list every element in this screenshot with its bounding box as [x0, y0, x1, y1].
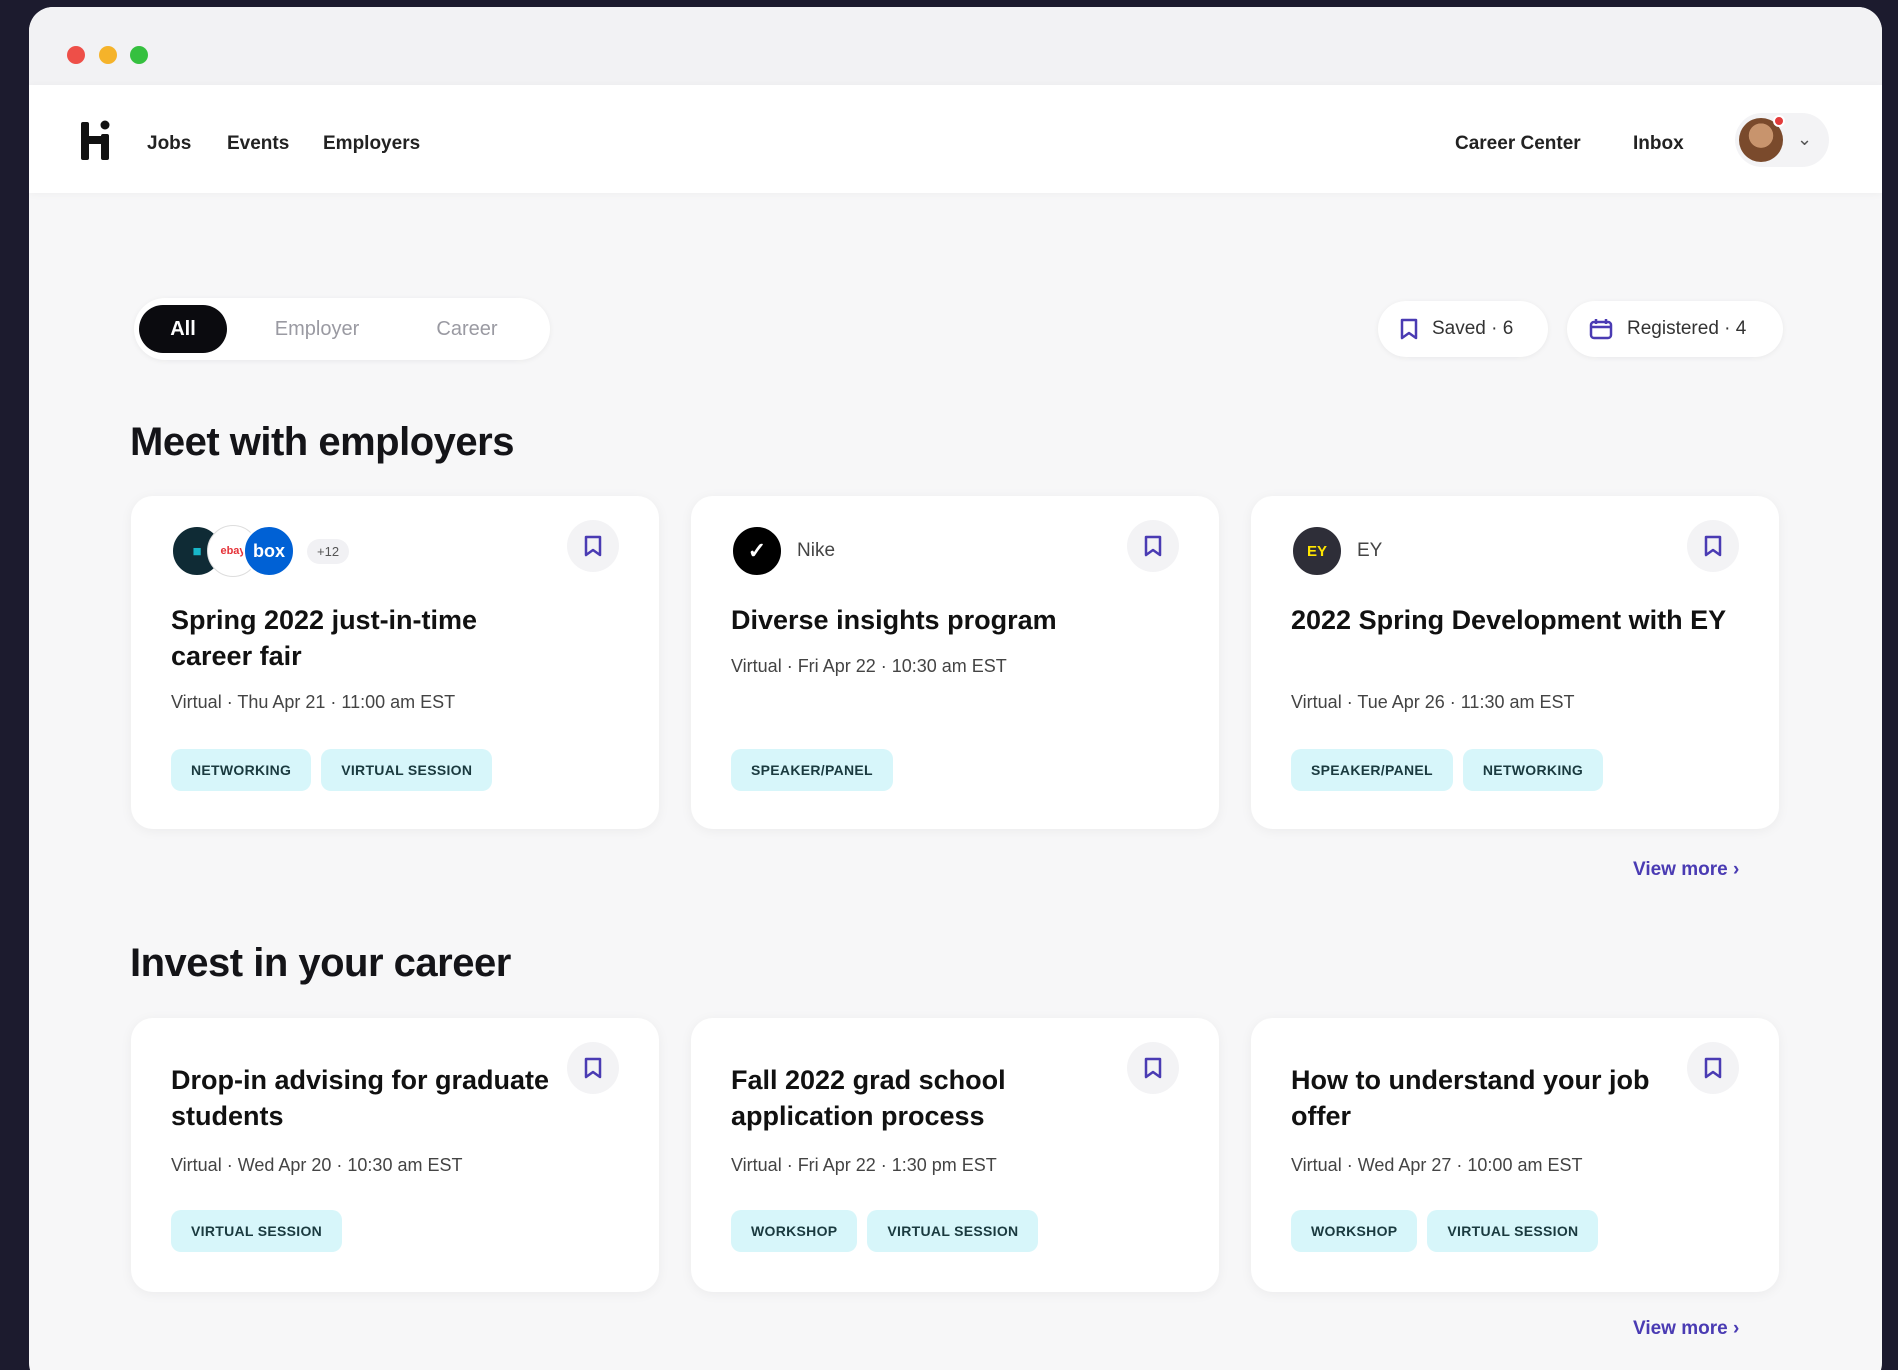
tag: WORKSHOP [731, 1210, 858, 1252]
tag: VIRTUAL SESSION [1427, 1210, 1599, 1252]
saved-events-button[interactable]: Saved · 6 [1378, 301, 1548, 357]
event-tags: SPEAKER/PANEL [731, 749, 893, 791]
tag: NETWORKING [171, 749, 312, 791]
nav-inbox[interactable]: Inbox [1633, 133, 1684, 155]
event-tags: VIRTUAL SESSION [171, 1210, 343, 1252]
view-more-employers-link[interactable]: View more › [1633, 859, 1739, 881]
bookmark-icon [1704, 1057, 1722, 1079]
employer-logos: ✓ Nike [731, 525, 835, 577]
box-brand-logo-icon: box [243, 525, 295, 577]
bookmark-button[interactable] [1687, 1042, 1739, 1094]
bookmark-button[interactable] [1127, 520, 1179, 572]
event-type-filter: All Employer Career [134, 298, 550, 360]
section-title-meet-employers: Meet with employers [130, 420, 514, 464]
filter-employer[interactable]: Employer [252, 305, 382, 353]
employer-logos: ■ ebay box +12 [171, 525, 350, 577]
chevron-down-icon: ⌄ [1797, 129, 1813, 149]
event-title[interactable]: Spring 2022 just-in-time career fair [171, 602, 559, 674]
minimize-window-button[interactable] [99, 46, 117, 64]
event-title[interactable]: Diverse insights program [731, 602, 1119, 638]
event-title[interactable]: Fall 2022 grad school application proces… [731, 1062, 1119, 1134]
notification-dot [1773, 115, 1785, 127]
event-title[interactable]: How to understand your job offer [1291, 1062, 1679, 1134]
more-employers-badge: +12 [307, 538, 350, 564]
event-tags: SPEAKER/PANEL NETWORKING [1291, 749, 1604, 791]
nav-career-center[interactable]: Career Center [1455, 133, 1581, 155]
event-meta: Virtual · Fri Apr 22 · 10:30 am EST [731, 656, 1007, 676]
filter-career[interactable]: Career [406, 305, 528, 353]
event-tags: WORKSHOP VIRTUAL SESSION [1291, 1210, 1599, 1252]
maximize-window-button[interactable] [130, 46, 148, 64]
handshake-logo-icon[interactable] [79, 118, 119, 162]
nav-employers[interactable]: Employers [323, 133, 420, 155]
event-meta: Virtual · Thu Apr 21 · 11:00 am EST [171, 692, 456, 712]
tag: VIRTUAL SESSION [321, 749, 493, 791]
event-meta: Virtual · Fri Apr 22 · 1:30 pm EST [731, 1155, 997, 1175]
event-meta: Virtual · Wed Apr 27 · 10:00 am EST [1291, 1155, 1583, 1175]
nav-jobs[interactable]: Jobs [147, 133, 191, 155]
view-more-career-link[interactable]: View more › [1633, 1318, 1739, 1340]
bookmark-button[interactable] [567, 520, 619, 572]
registered-events-button[interactable]: Registered · 4 [1567, 301, 1783, 357]
top-navbar: Jobs Events Employers Career Center Inbo… [29, 85, 1882, 193]
tag: SPEAKER/PANEL [1291, 749, 1453, 791]
tag: SPEAKER/PANEL [731, 749, 893, 791]
window-titlebar [29, 7, 1882, 85]
bookmark-icon [584, 535, 602, 557]
event-card[interactable]: EY EY 2022 Spring Development with EY Vi… [1251, 496, 1779, 829]
profile-menu-button[interactable]: ⌄ [1735, 113, 1829, 167]
tag: VIRTUAL SESSION [867, 1210, 1039, 1252]
bookmark-icon [1704, 535, 1722, 557]
event-tags: NETWORKING VIRTUAL SESSION [171, 749, 493, 791]
event-meta: Virtual · Tue Apr 26 · 11:30 am EST [1291, 692, 1575, 712]
ey-logo-icon: EY [1291, 525, 1343, 577]
bookmark-icon [1400, 318, 1418, 340]
nav-events[interactable]: Events [227, 133, 289, 155]
event-card[interactable]: Fall 2022 grad school application proces… [691, 1018, 1219, 1292]
bookmark-icon [1144, 1057, 1162, 1079]
event-card[interactable]: ✓ Nike Diverse insights program Virtual … [691, 496, 1219, 829]
event-card[interactable]: ■ ebay box +12 Spring 2022 just-in-time … [131, 496, 659, 829]
tag: NETWORKING [1462, 749, 1604, 791]
event-tags: WORKSHOP VIRTUAL SESSION [731, 1210, 1039, 1252]
saved-label: Saved · 6 [1432, 318, 1514, 339]
tag: VIRTUAL SESSION [171, 1210, 343, 1252]
tag: WORKSHOP [1291, 1210, 1418, 1252]
bookmark-icon [1144, 535, 1162, 557]
browser-window: Jobs Events Employers Career Center Inbo… [29, 7, 1882, 1370]
event-title[interactable]: Drop-in advising for graduate students [171, 1062, 559, 1134]
event-title[interactable]: 2022 Spring Development with EY [1291, 602, 1739, 638]
bookmark-button[interactable] [1127, 1042, 1179, 1094]
bookmark-icon [584, 1057, 602, 1079]
bookmark-button[interactable] [567, 1042, 619, 1094]
event-meta: Virtual · Wed Apr 20 · 10:30 am EST [171, 1155, 463, 1175]
employer-name: Nike [797, 540, 836, 561]
section-title-invest-career: Invest in your career [130, 941, 511, 985]
registered-label: Registered · 4 [1627, 318, 1747, 339]
event-card[interactable]: How to understand your job offer Virtual… [1251, 1018, 1779, 1292]
event-card[interactable]: Drop-in advising for graduate students V… [131, 1018, 659, 1292]
close-window-button[interactable] [67, 46, 85, 64]
calendar-icon [1589, 319, 1613, 340]
employer-logos: EY EY [1291, 525, 1382, 577]
nike-logo-icon: ✓ [731, 525, 783, 577]
bookmark-button[interactable] [1687, 520, 1739, 572]
filter-all[interactable]: All [139, 305, 227, 353]
employer-name: EY [1357, 540, 1383, 561]
